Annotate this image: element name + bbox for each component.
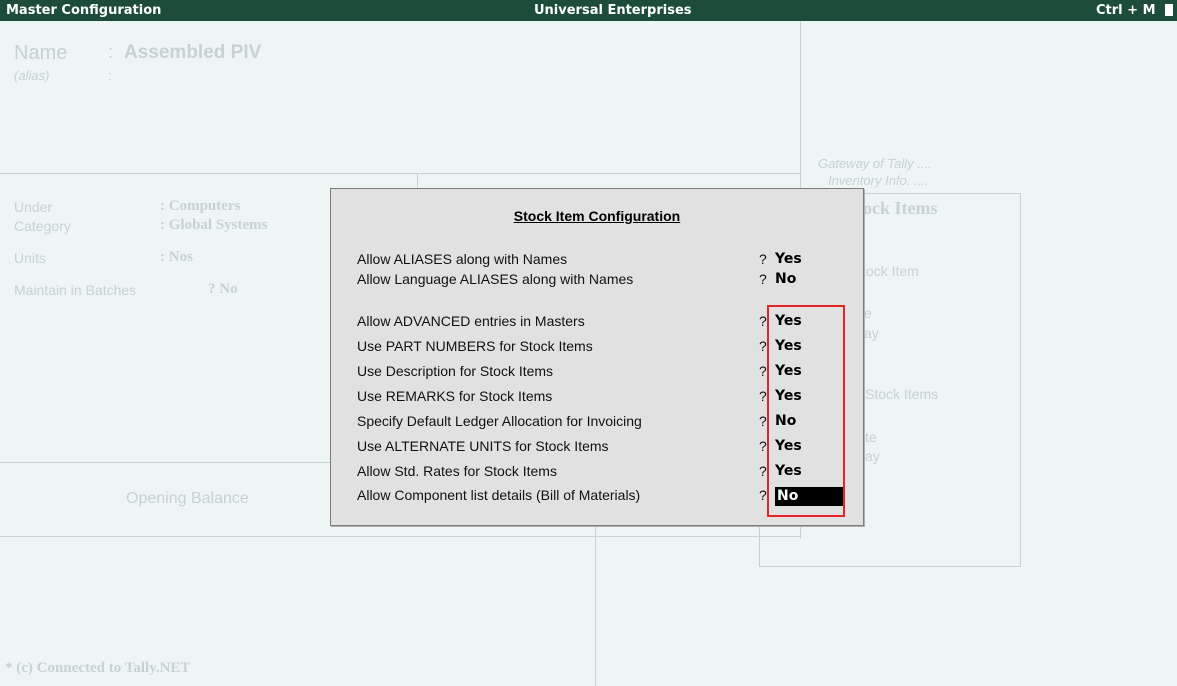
gateway-breadcrumb: Gateway of Tally .... bbox=[818, 156, 932, 171]
option-label: Allow Std. Rates for Stock Items bbox=[357, 463, 557, 479]
option-prompt: ? bbox=[759, 463, 767, 479]
option-prompt: ? bbox=[759, 363, 767, 379]
menu-item-stock-items[interactable]: Stock Items bbox=[865, 386, 938, 402]
option-label: Use Description for Stock Items bbox=[357, 363, 554, 379]
units-label: Units bbox=[14, 250, 46, 266]
menu-fragment: e bbox=[864, 305, 872, 321]
divider bbox=[0, 462, 330, 463]
screen-title: Master Configuration bbox=[6, 3, 162, 18]
menu-fragment: ay bbox=[865, 448, 880, 464]
option-label: Use ALTERNATE UNITS for Stock Items bbox=[357, 438, 609, 454]
units-value[interactable]: : Nos bbox=[160, 249, 193, 266]
option-prompt: ? bbox=[759, 338, 767, 354]
shortcut-hint: Ctrl + M bbox=[1096, 3, 1156, 18]
option-label: Use REMARKS for Stock Items bbox=[357, 388, 553, 404]
under-label: Under bbox=[14, 199, 53, 215]
option-prompt: ? bbox=[759, 271, 767, 287]
option-prompt: ? bbox=[759, 251, 767, 267]
name-colon: : bbox=[108, 42, 114, 62]
company-name: Universal Enterprises bbox=[534, 3, 692, 18]
option-prompt: ? bbox=[759, 438, 767, 454]
close-icon[interactable] bbox=[1165, 4, 1173, 16]
menu-fragment: ay bbox=[864, 325, 879, 341]
option-prompt: ? bbox=[759, 388, 767, 404]
opening-balance-label: Opening Balance bbox=[126, 490, 249, 507]
under-value[interactable]: : Computers bbox=[160, 198, 240, 215]
divider bbox=[595, 524, 596, 686]
option-prompt: ? bbox=[759, 487, 767, 503]
batches-label: Maintain in Batches bbox=[14, 282, 137, 298]
option-prompt: ? bbox=[759, 313, 767, 329]
option-label: Specify Default Ledger Allocation for In… bbox=[357, 413, 642, 429]
option-prompt: ? bbox=[759, 413, 767, 429]
batches-value[interactable]: ? No bbox=[208, 281, 238, 298]
name-value[interactable]: Assembled PIV bbox=[124, 42, 261, 64]
divider bbox=[0, 536, 800, 537]
option-label: Allow ALIASES along with Names bbox=[357, 251, 568, 267]
alias-colon: : bbox=[108, 68, 112, 83]
name-label: Name bbox=[14, 42, 68, 64]
option-value-language-aliases[interactable]: No bbox=[775, 271, 796, 287]
option-value-allow-aliases[interactable]: Yes bbox=[775, 251, 802, 267]
inventory-breadcrumb: Inventory Info. .... bbox=[828, 173, 929, 188]
option-label: Use PART NUMBERS for Stock Items bbox=[357, 338, 593, 354]
title-bar: Master Configuration Universal Enterpris… bbox=[0, 0, 1177, 21]
connection-status: * (c) Connected to Tally.NET bbox=[5, 660, 191, 676]
menu-item-stock-item[interactable]: tock Item bbox=[862, 263, 919, 279]
panel-title: ock Items bbox=[863, 198, 938, 218]
category-label: Category bbox=[14, 218, 71, 234]
option-label: Allow Language ALIASES along with Names bbox=[357, 271, 634, 287]
divider bbox=[0, 173, 800, 174]
category-value[interactable]: : Global Systems bbox=[160, 217, 268, 234]
alias-label: (alias) bbox=[14, 68, 50, 83]
dialog-title: Stock Item Configuration bbox=[513, 208, 681, 224]
option-label: Allow Component list details (Bill of Ma… bbox=[357, 487, 641, 503]
option-label: Allow ADVANCED entries in Masters bbox=[357, 313, 585, 329]
menu-fragment: te bbox=[865, 429, 877, 445]
highlight-box bbox=[767, 305, 845, 517]
